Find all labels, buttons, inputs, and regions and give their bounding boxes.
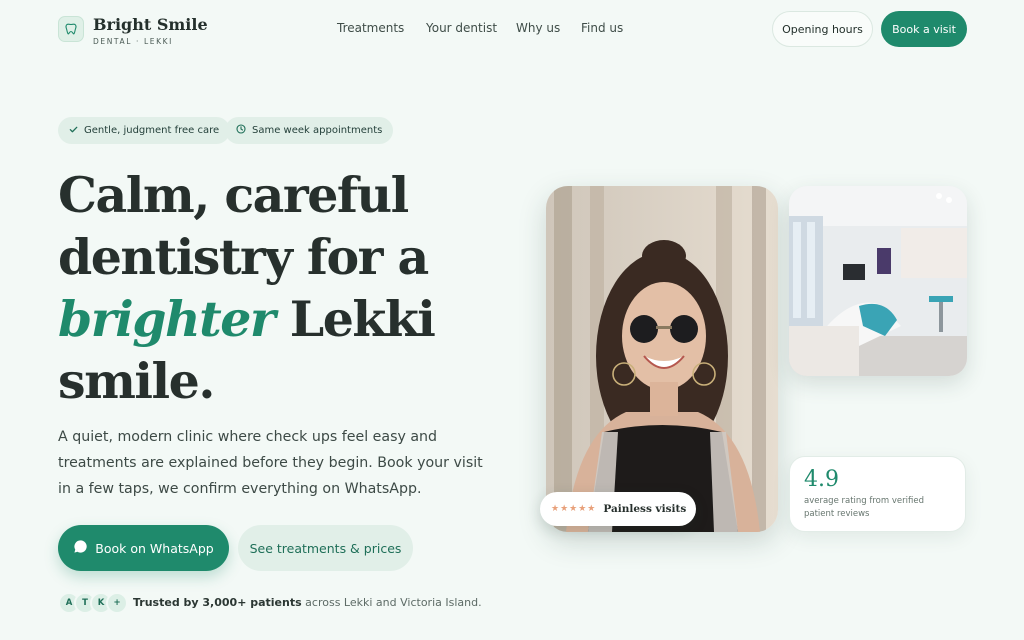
- book-visit-button[interactable]: Book a visit: [881, 11, 967, 47]
- avatar: +: [106, 592, 128, 614]
- hero-title: Calm, careful dentistry for a brighter L…: [58, 164, 498, 412]
- clock-icon: [236, 124, 246, 137]
- hero-description: A quiet, modern clinic where check ups f…: [58, 429, 483, 497]
- check-icon: [69, 125, 78, 137]
- patient-portrait-photo: [546, 186, 778, 532]
- opening-hours-button[interactable]: Opening hours: [772, 11, 873, 47]
- painless-visits-label: Painless visits: [603, 503, 687, 515]
- hero-title-line-2: dentistry for a: [58, 228, 429, 286]
- hero-title-line-1: Calm, careful: [58, 166, 409, 224]
- see-treatments-prices-button[interactable]: See treatments & prices: [238, 525, 413, 571]
- book-on-whatsapp-button[interactable]: Book on WhatsApp: [58, 525, 229, 571]
- nav-link-treatments[interactable]: Treatments: [337, 21, 404, 35]
- trust-rest: across Lekki and Victoria Island.: [301, 596, 482, 609]
- nav-link-your-dentist[interactable]: Your dentist: [426, 21, 497, 35]
- badge-label: Same week appointments: [252, 125, 383, 136]
- badge-label: Gentle, judgment free care: [84, 125, 220, 136]
- whatsapp-icon: [73, 539, 88, 557]
- tooth-icon[interactable]: [58, 16, 84, 42]
- clinic-interior-photo: [789, 186, 967, 376]
- rating-card: 4.9 average rating from verified patient…: [789, 456, 966, 532]
- nav-link-find-us[interactable]: Find us: [581, 21, 623, 35]
- rating-value: 4.9: [804, 467, 839, 492]
- hero-title-line-3: Lekki: [274, 290, 436, 348]
- badge-same-week: Same week appointments: [225, 117, 394, 144]
- painless-visits-badge: ★★★★★ Painless visits: [540, 492, 696, 526]
- badge-gentle-care: Gentle, judgment free care: [58, 117, 231, 144]
- brand-subtitle: DENTAL · LEKKI: [93, 37, 173, 46]
- nav-link-why-us[interactable]: Why us: [516, 21, 560, 35]
- book-on-whatsapp-label: Book on WhatsApp: [95, 540, 214, 556]
- trust-highlight: Trusted by 3,000+ patients: [133, 596, 302, 609]
- rating-caption: average rating from verified patient rev…: [804, 496, 924, 519]
- hero-title-emphasis: brighter: [58, 290, 276, 348]
- site-header: Bright Smile DENTAL · LEKKI Treatments Y…: [0, 0, 1024, 58]
- brand-name[interactable]: Bright Smile: [93, 15, 208, 34]
- star-rating-icon: ★★★★★: [551, 504, 597, 514]
- hero-title-line-4: smile.: [58, 352, 215, 410]
- trust-text: Trusted by 3,000+ patients across Lekki …: [133, 596, 482, 609]
